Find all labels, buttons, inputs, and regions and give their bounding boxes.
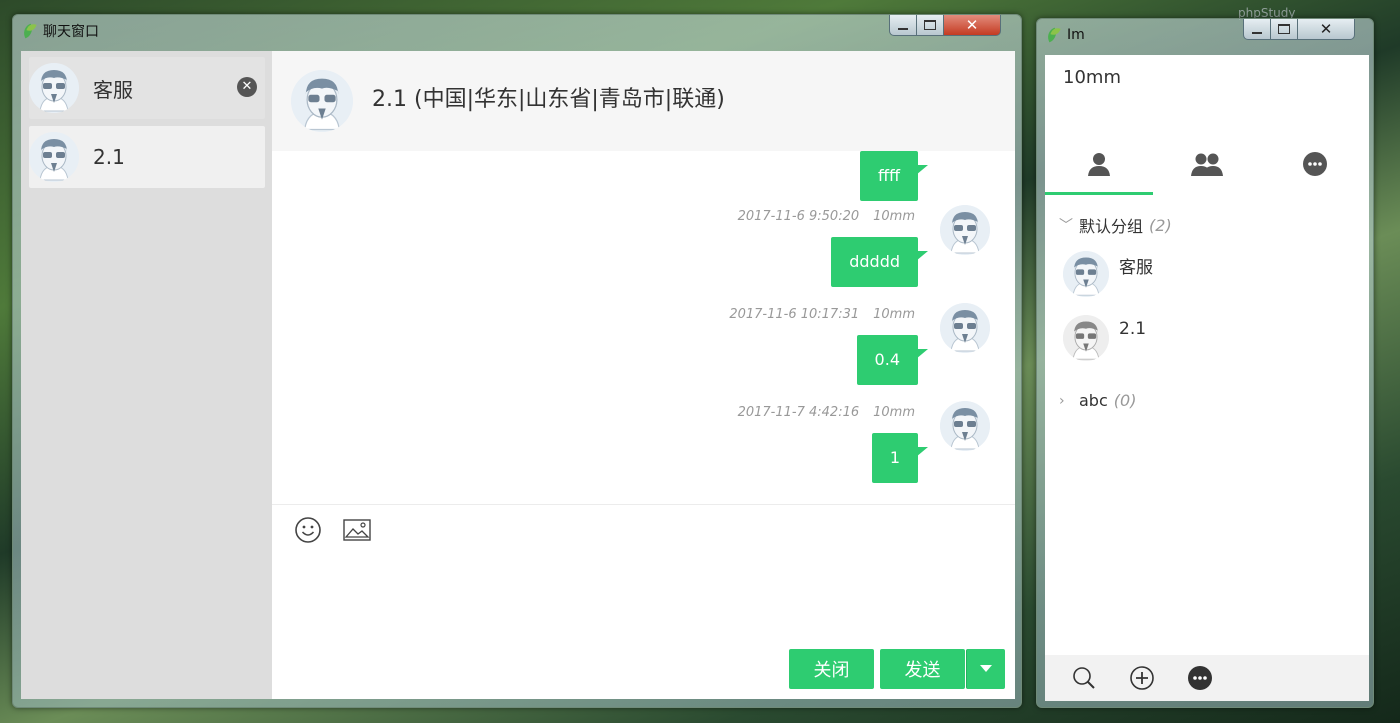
- group-count: (2): [1149, 215, 1172, 235]
- message-bubble: 1: [871, 433, 929, 483]
- image-icon[interactable]: [340, 513, 374, 547]
- maximize-button[interactable]: [917, 15, 944, 36]
- message-bubble: 0.4: [856, 335, 929, 385]
- chevron-down-icon: [980, 665, 992, 672]
- minimize-button[interactable]: [889, 15, 917, 36]
- im-window-titlebar[interactable]: Im: [1045, 26, 1085, 44]
- group-default[interactable]: ﹀ 默认分组 (2): [1059, 213, 1172, 237]
- users-icon: [1191, 153, 1223, 176]
- group-name: abc: [1079, 391, 1108, 410]
- friend-item-2-1[interactable]: 2.1: [1063, 315, 1146, 361]
- message-list[interactable]: ffff 2017-11-6 9:50:20 10mm ddddd 2017-11…: [272, 151, 1015, 504]
- im-window-title: Im: [1067, 27, 1085, 43]
- friend-name: 客服: [1119, 257, 1153, 278]
- message-meta: 2017-11-6 10:17:31 10mm: [729, 307, 915, 322]
- message-time: 2017-11-6 10:17:31: [729, 307, 860, 322]
- avatar: [29, 63, 79, 113]
- chat-main: 2.1 (中国|华东|山东省|青岛市|联通) ffff 2017-11-6 9:…: [272, 51, 1015, 699]
- sidebar-item-kefu[interactable]: 客服 ✕: [29, 57, 265, 119]
- tab-groups[interactable]: [1153, 135, 1261, 192]
- im-bottom-bar: [1045, 655, 1369, 701]
- friend-list: ﹀ 默认分组 (2) 客服 2.1 › abc (0): [1045, 195, 1369, 655]
- send-button[interactable]: 发送: [880, 649, 965, 689]
- user-icon: [1088, 152, 1110, 176]
- emoji-icon[interactable]: [291, 513, 325, 547]
- avatar: [29, 132, 79, 182]
- friend-item-kefu[interactable]: 客服: [1063, 251, 1153, 297]
- message-user: 10mm: [873, 405, 915, 420]
- avatar: [940, 205, 990, 255]
- group-count: (0): [1113, 391, 1137, 410]
- chat-bubble-icon[interactable]: [1185, 663, 1215, 693]
- message-user: 10mm: [873, 307, 915, 322]
- tab-messages[interactable]: [1261, 135, 1369, 192]
- im-tabs: [1045, 135, 1369, 196]
- send-options-dropdown[interactable]: [966, 649, 1005, 689]
- chevron-right-icon: ›: [1059, 392, 1065, 409]
- avatar: [1063, 315, 1109, 361]
- message-bubble: ddddd: [831, 237, 928, 287]
- minimize-button[interactable]: [1243, 19, 1271, 40]
- message-time: 2017-11-7 4:42:16: [737, 405, 860, 420]
- header-avatar: [291, 70, 353, 132]
- im-body: 10mm ﹀ 默认分组 (2) 客服 2.1 › abc (0): [1045, 55, 1369, 701]
- close-window-button[interactable]: ✕: [1298, 19, 1355, 40]
- avatar: [1063, 251, 1109, 297]
- group-name: 默认分组: [1079, 217, 1144, 236]
- tab-friends[interactable]: [1045, 135, 1153, 195]
- chat-header: 2.1 (中国|华东|山东省|青岛市|联通): [272, 51, 1015, 152]
- chat-bubble-icon: [1303, 151, 1327, 176]
- app-leaf-icon: [1045, 27, 1061, 43]
- group-abc[interactable]: › abc (0): [1059, 391, 1136, 410]
- close-window-button[interactable]: ✕: [944, 15, 1001, 36]
- add-icon[interactable]: [1127, 663, 1157, 693]
- maximize-button[interactable]: [1271, 19, 1298, 40]
- chevron-down-icon: ﹀: [1059, 218, 1073, 234]
- chat-sidebar: 客服 ✕ 2.1: [21, 51, 272, 699]
- sidebar-item-label: 2.1: [93, 145, 125, 169]
- message-input[interactable]: [272, 554, 1015, 644]
- message-user: 10mm: [873, 209, 915, 224]
- message-meta: 2017-11-6 9:50:20 10mm: [738, 209, 915, 224]
- current-username: 10mm: [1063, 67, 1121, 88]
- chat-window-titlebar[interactable]: 聊天窗口: [21, 22, 99, 40]
- message-bubble: ffff: [859, 151, 929, 201]
- sidebar-item-label: 客服: [93, 77, 133, 102]
- avatar: [940, 401, 990, 451]
- chat-window: 聊天窗口 ✕ 客服 ✕ 2.1 2.1 (中国|华东|山东省|青岛市|联通) f…: [12, 14, 1022, 708]
- close-tab-icon[interactable]: ✕: [237, 77, 257, 97]
- app-leaf-icon: [21, 23, 37, 39]
- chat-body: 客服 ✕ 2.1 2.1 (中国|华东|山东省|青岛市|联通) ffff 201…: [21, 51, 1015, 699]
- avatar: [940, 303, 990, 353]
- page-title: 2.1 (中国|华东|山东省|青岛市|联通): [372, 87, 725, 112]
- chat-window-title: 聊天窗口: [43, 24, 99, 40]
- sidebar-item-2-1[interactable]: 2.1: [29, 126, 265, 188]
- message-time: 2017-11-6 9:50:20: [737, 209, 860, 224]
- friend-name: 2.1: [1119, 319, 1147, 339]
- input-toolbar: [272, 504, 1015, 555]
- search-icon[interactable]: [1069, 663, 1099, 693]
- message-meta: 2017-11-7 4:42:16 10mm: [738, 405, 915, 420]
- im-window: Im ✕ 10mm ﹀ 默认分组 (2) 客服 2.1 › abc (0): [1036, 18, 1374, 708]
- close-button[interactable]: 关闭: [789, 649, 874, 689]
